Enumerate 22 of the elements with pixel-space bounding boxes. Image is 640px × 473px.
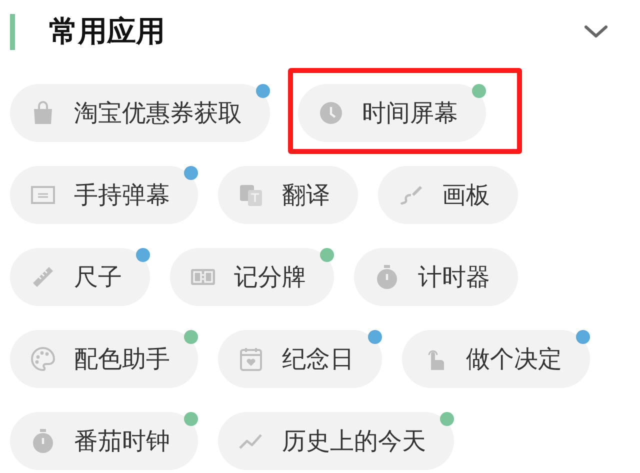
stopwatch-icon (30, 428, 56, 454)
app-chip[interactable]: 纪念日 (218, 330, 382, 388)
app-chip[interactable]: 番茄时钟 (10, 412, 198, 470)
app-chip[interactable]: 画板 (378, 166, 518, 224)
app-chip[interactable]: 翻译 (218, 166, 358, 224)
calendar-icon (238, 346, 264, 372)
section-title: 常用应用 (49, 13, 166, 50)
palette-icon (30, 346, 56, 372)
app-chip[interactable]: 尺子 (10, 248, 150, 306)
app-chip[interactable]: 淘宝优惠券获取 (10, 84, 270, 142)
app-chip[interactable]: 历史上的今天 (218, 412, 454, 470)
chevron-down-icon[interactable] (584, 25, 608, 39)
app-chip[interactable]: 配色助手 (10, 330, 198, 388)
app-chip[interactable]: 记分牌 (170, 248, 334, 306)
app-chip[interactable]: 时间屏幕 (298, 84, 486, 142)
app-chip[interactable]: 手持弹幕 (10, 166, 198, 224)
clock-icon (318, 100, 344, 126)
stopwatch-icon (374, 264, 400, 290)
app-chip[interactable]: 计时器 (354, 248, 518, 306)
app-chip[interactable]: 做个决定 (402, 330, 590, 388)
accent-bar (10, 14, 15, 50)
translate-icon (238, 182, 264, 208)
